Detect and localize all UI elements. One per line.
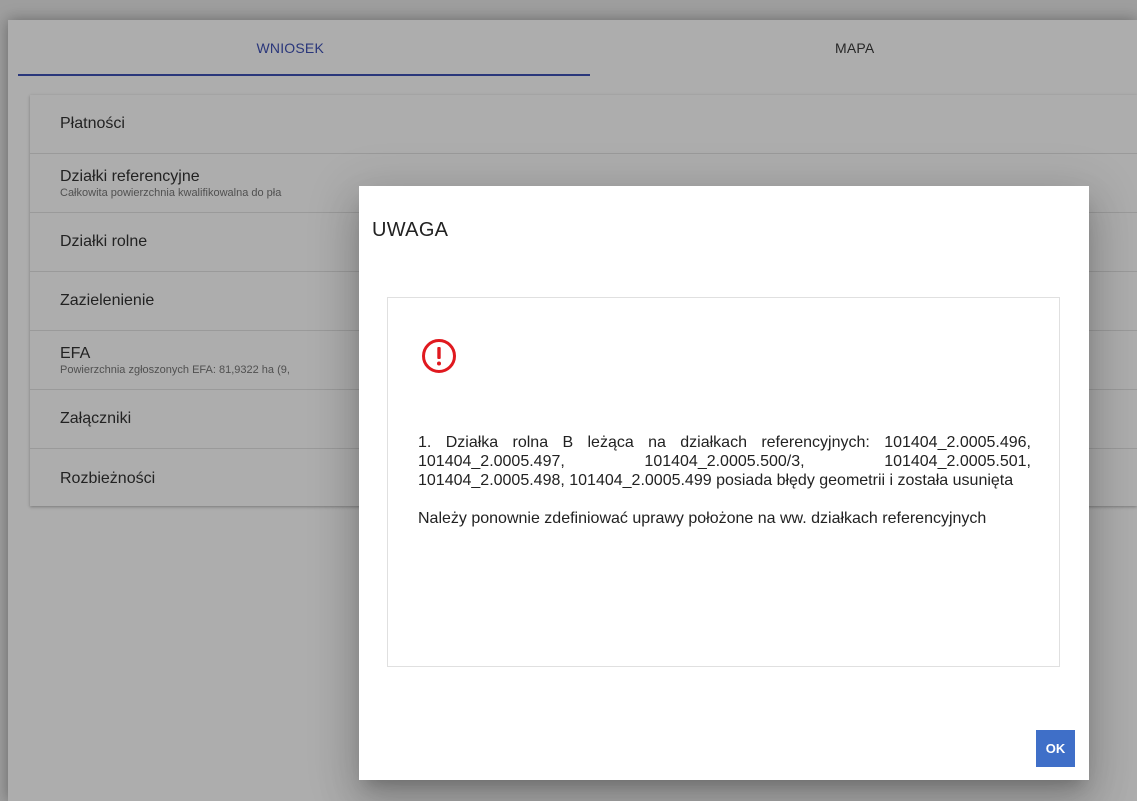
message-paragraph-2: Należy ponownie zdefiniować uprawy położ…: [418, 510, 987, 527]
ok-button[interactable]: OK: [1036, 730, 1075, 767]
message-paragraph-1: 1. Działka rolna B leżąca na działkach r…: [418, 434, 1031, 489]
dialog-message-box: 1. Działka rolna B leżąca na działkach r…: [387, 297, 1060, 667]
dialog-message: 1. Działka rolna B leżąca na działkach r…: [418, 433, 1031, 528]
dialog-title: UWAGA: [372, 219, 449, 241]
warning-dialog: UWAGA 1. Działka rolna B leżąca na dział…: [359, 186, 1089, 780]
exclamation-circle-icon: [422, 339, 456, 373]
